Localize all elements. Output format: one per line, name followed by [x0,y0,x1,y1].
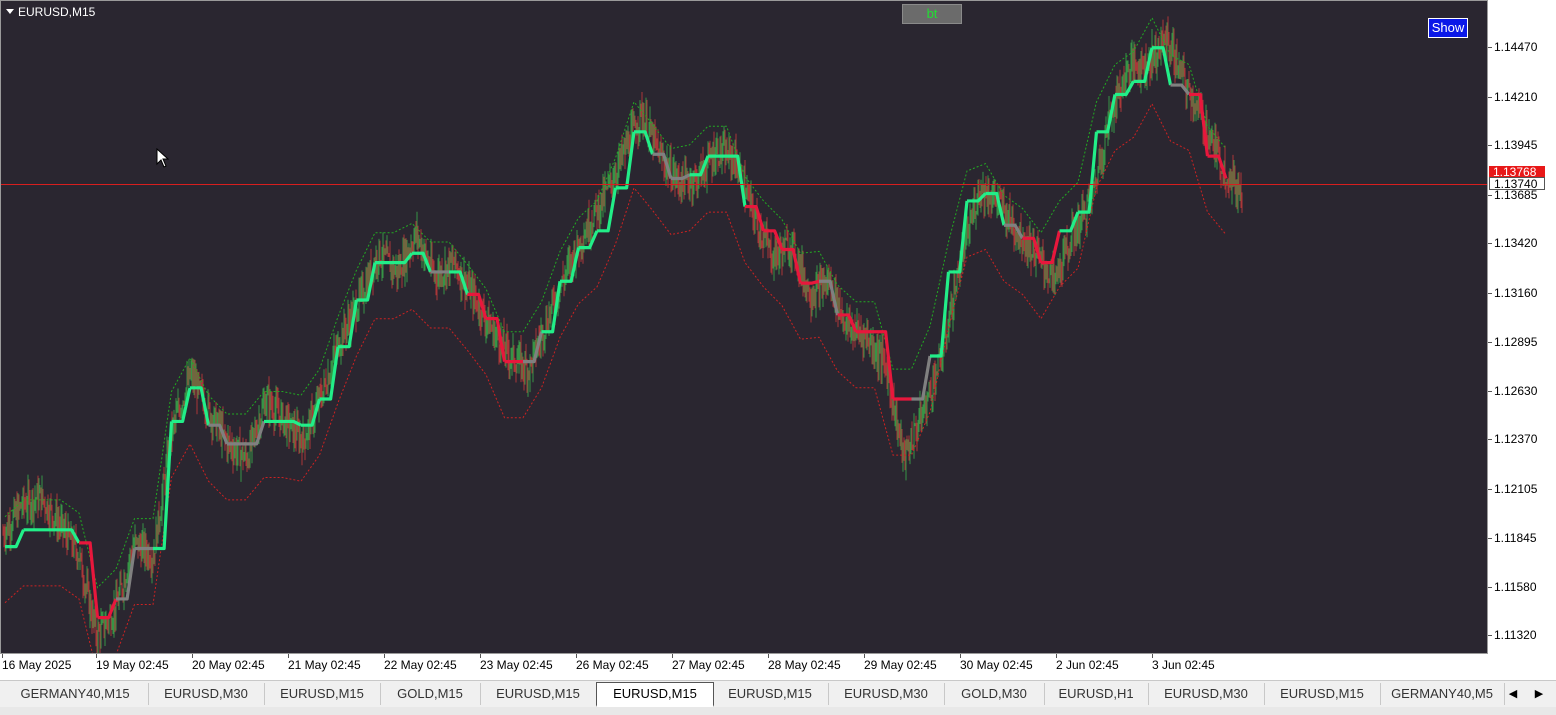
bottom-strip [0,707,1556,715]
chart-tab[interactable]: EURUSD,M30 [828,683,945,705]
show-button[interactable]: Show [1428,18,1468,38]
price-tick [1488,342,1492,343]
price-tick [1488,195,1492,196]
chart-tab-bar: GERMANY40,M15 EURUSD,M30 EURUSD,M15 GOLD,M1… [0,680,1556,707]
time-axis[interactable]: 16 May 2025 19 May 02:45 20 May 02:45 21 Ma… [0,654,1488,678]
chart-tab[interactable]: EURUSD,M15 [480,683,597,705]
dropdown-arrow-icon[interactable] [6,9,14,14]
price-tick [1488,243,1492,244]
time-label: 2 Jun 02:45 [1056,658,1119,672]
chart-tab[interactable]: EURUSD,M30 [148,683,265,705]
price-chart[interactable] [1,1,1488,654]
price-tick [1488,489,1492,490]
time-label: 26 May 02:45 [576,658,649,672]
price-label: 1.13160 [1494,286,1538,300]
time-label: 16 May 2025 [2,658,72,672]
chart-tab[interactable]: EURUSD,M15 [712,683,829,705]
time-label: 29 May 02:45 [864,658,937,672]
time-label: 23 May 02:45 [480,658,553,672]
price-label: 1.12370 [1494,432,1538,446]
time-label: 30 May 02:45 [960,658,1033,672]
price-tick [1488,47,1492,48]
price-label: 1.13945 [1494,138,1538,152]
price-label: 1.14210 [1494,90,1538,104]
ask-price-label: 1.13740 [1489,177,1545,191]
price-tick [1488,587,1492,588]
chart-tab[interactable]: EURUSD,M15 [264,683,381,705]
price-tick [1488,97,1492,98]
tab-scroll-right-icon[interactable]: ▶ [1532,684,1546,704]
mouse-cursor-icon [156,148,170,168]
price-tick [1488,538,1492,539]
price-label: 1.12105 [1494,482,1538,496]
bt-button[interactable]: bt [902,4,962,24]
price-label: 1.11320 [1494,628,1537,642]
price-tick [1488,635,1492,636]
price-tick [1488,293,1492,294]
price-label: 1.11845 [1494,531,1537,545]
price-tick [1488,439,1492,440]
chart-tab[interactable]: EURUSD,M15 [1264,683,1381,705]
chart-tab[interactable]: EURUSD,M15 [596,682,714,707]
chart-tab[interactable]: EURUSD,M30 [1148,683,1265,705]
chart-area[interactable]: EURUSD,M15 bt Show [0,0,1488,654]
price-label: 1.11580 [1494,580,1537,594]
time-label: 22 May 02:45 [384,658,457,672]
tab-scroll-left-icon[interactable]: ◀ [1506,684,1520,704]
price-axis[interactable]: 1.14470 1.14210 1.13945 1.13685 1.13420 1.131… [1488,0,1556,654]
time-label: 21 May 02:45 [288,658,361,672]
time-label: 20 May 02:45 [192,658,265,672]
time-label: 28 May 02:45 [768,658,841,672]
chart-tab[interactable]: GERMANY40,M15 [2,683,149,705]
price-label: 1.13420 [1494,236,1538,250]
signal-line-segment [967,192,987,203]
price-tick [1488,145,1492,146]
signal-line-segment [97,598,118,620]
upper-band-line [4,16,1227,589]
chart-tab[interactable]: GERMANY40,M5 [1380,683,1505,705]
signal-line-segment [800,279,820,285]
symbol-title-text: EURUSD,M15 [18,5,96,19]
price-label: 1.12630 [1494,384,1538,398]
price-label: 1.14470 [1494,40,1538,54]
price-label: 1.12895 [1494,335,1538,349]
price-tick [1488,391,1492,392]
chart-tab[interactable]: EURUSD,H1 [1044,683,1149,705]
time-label: 3 Jun 02:45 [1152,658,1215,672]
time-label: 27 May 02:45 [672,658,745,672]
chart-tab[interactable]: GOLD,M15 [380,683,481,705]
symbol-title[interactable]: EURUSD,M15 [6,5,95,19]
chart-tab[interactable]: GOLD,M30 [944,683,1045,705]
time-label: 19 May 02:45 [96,658,169,672]
